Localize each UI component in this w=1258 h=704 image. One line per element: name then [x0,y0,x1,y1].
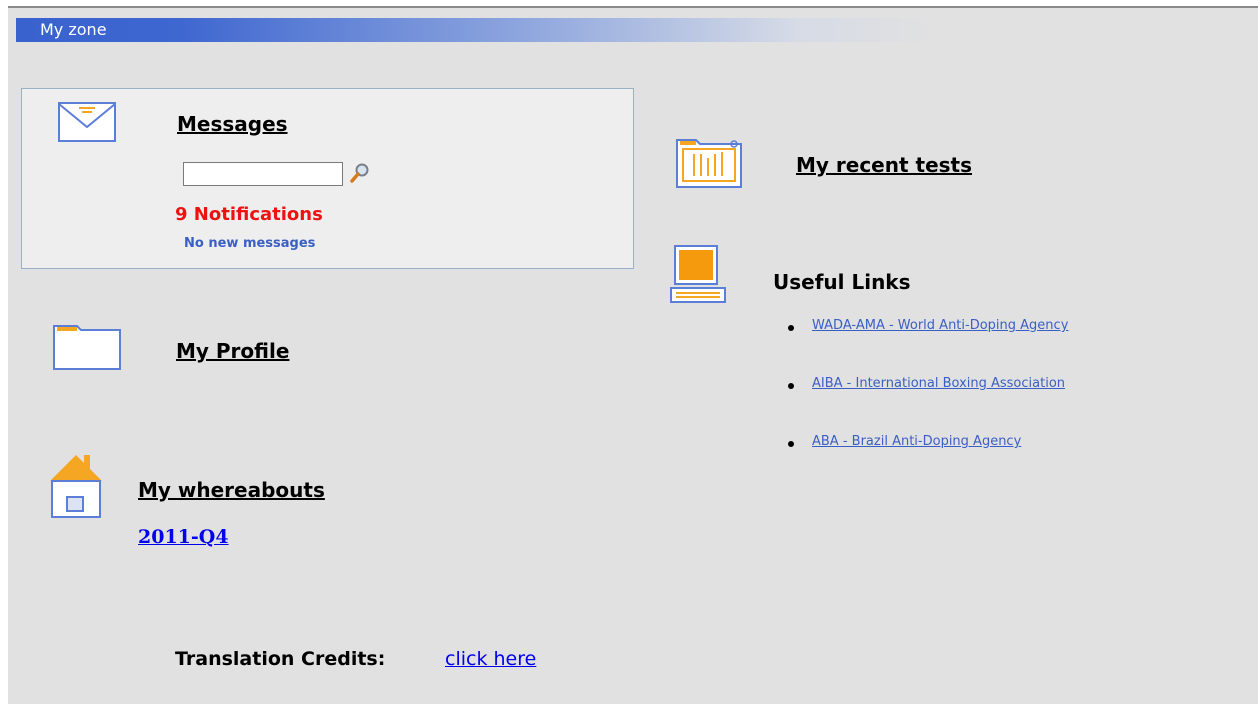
zone-header-bar: My zone [16,18,936,42]
useful-links-heading: Useful Links [773,270,911,294]
my-recent-tests-heading[interactable]: My recent tests [796,153,972,177]
bullet [788,325,794,331]
test-folder-icon[interactable] [674,134,744,190]
bullet [788,441,794,447]
page-background: My zone Messages 9 Notifications No new … [8,6,1258,704]
useful-link-aiba[interactable]: AIBA - International Boxing Association [812,376,1065,391]
message-search-input[interactable] [183,162,343,186]
translation-credits-link[interactable]: click here [445,648,536,670]
messages-panel: Messages 9 Notifications No new messages [21,88,634,269]
messages-status: No new messages [184,236,316,251]
my-whereabouts-heading[interactable]: My whereabouts [138,478,325,502]
useful-link-wada[interactable]: WADA-AMA - World Anti-Doping Agency [812,318,1068,333]
magnifier-icon[interactable] [349,161,371,185]
my-profile-heading[interactable]: My Profile [176,339,289,363]
messages-heading[interactable]: Messages [177,112,288,136]
useful-link-aba[interactable]: ABA - Brazil Anti-Doping Agency [812,434,1021,449]
notifications-count[interactable]: 9 Notifications [175,204,323,225]
house-icon[interactable] [48,451,104,521]
envelope-icon[interactable] [57,101,117,143]
zone-title: My zone [40,20,107,39]
translation-credits-label: Translation Credits: [175,648,386,670]
whereabouts-period-link[interactable]: 2011-Q4 [138,526,229,548]
bullet [788,383,794,389]
folder-icon[interactable] [51,320,123,372]
computer-icon [670,245,726,303]
